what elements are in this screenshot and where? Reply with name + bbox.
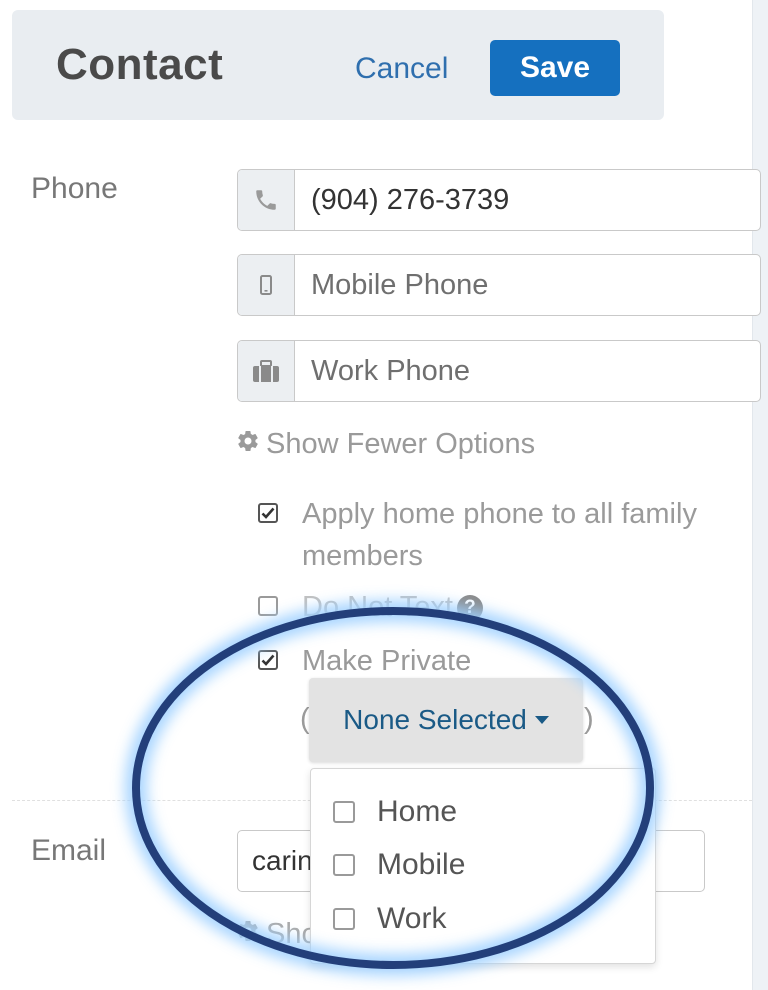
- phone-icon: [238, 170, 295, 230]
- work-phone-input[interactable]: Work Phone: [295, 341, 760, 401]
- make-private-checkbox[interactable]: [258, 650, 278, 670]
- menu-item-label: Home: [377, 795, 458, 828]
- contact-header: Contact Cancel Save: [12, 10, 664, 120]
- mobile-phone-input[interactable]: Mobile Phone: [295, 255, 760, 315]
- gear-icon: [236, 428, 260, 461]
- email-show-options-link[interactable]: Sho: [236, 918, 318, 951]
- make-private-label: Make Private: [302, 645, 472, 677]
- home-phone-input[interactable]: (904) 276-3739: [295, 170, 760, 230]
- help-icon[interactable]: ?: [456, 595, 483, 622]
- menu-item-label: Work: [377, 902, 447, 935]
- menu-item-label: Mobile: [377, 848, 466, 881]
- work-phone-field[interactable]: Work Phone: [237, 340, 761, 402]
- scroll-panel-edge: [752, 0, 768, 990]
- home-phone-field[interactable]: (904) 276-3739: [237, 169, 761, 231]
- menu-item-work[interactable]: Work: [333, 902, 446, 936]
- gear-icon: [236, 918, 260, 951]
- show-fewer-options-link[interactable]: Show Fewer Options: [236, 428, 535, 461]
- close-paren: ): [584, 703, 594, 735]
- home-checkbox[interactable]: [333, 801, 355, 823]
- briefcase-icon: [238, 341, 295, 401]
- show-fewer-options-label: Show Fewer Options: [266, 428, 536, 460]
- do-not-text-label: Do Not Text: [302, 591, 453, 623]
- do-not-text-option[interactable]: Do Not Text?: [258, 591, 483, 628]
- apply-to-family-checkbox[interactable]: [258, 503, 278, 523]
- menu-item-home[interactable]: Home: [333, 795, 457, 829]
- work-checkbox[interactable]: [333, 908, 355, 930]
- menu-item-mobile[interactable]: Mobile: [333, 848, 465, 882]
- email-label: Email: [31, 834, 107, 867]
- apply-to-family-label: Apply home phone to all family members: [302, 498, 697, 572]
- page-title: Contact: [56, 40, 224, 89]
- cancel-button[interactable]: Cancel: [355, 52, 448, 86]
- save-button[interactable]: Save: [490, 40, 620, 96]
- mobile-phone-field[interactable]: Mobile Phone: [237, 254, 761, 316]
- phone-label: Phone: [31, 172, 118, 205]
- mobile-checkbox[interactable]: [333, 854, 355, 876]
- apply-to-family-option[interactable]: Apply home phone to all family members: [258, 498, 738, 577]
- private-phones-dropdown[interactable]: None Selected: [309, 678, 583, 762]
- mobile-icon: [238, 255, 295, 315]
- do-not-text-checkbox[interactable]: [258, 596, 278, 616]
- caret-down-icon: [534, 716, 549, 724]
- dropdown-selected-label: None Selected: [343, 704, 527, 735]
- private-phones-menu: Home Mobile Work: [310, 768, 656, 964]
